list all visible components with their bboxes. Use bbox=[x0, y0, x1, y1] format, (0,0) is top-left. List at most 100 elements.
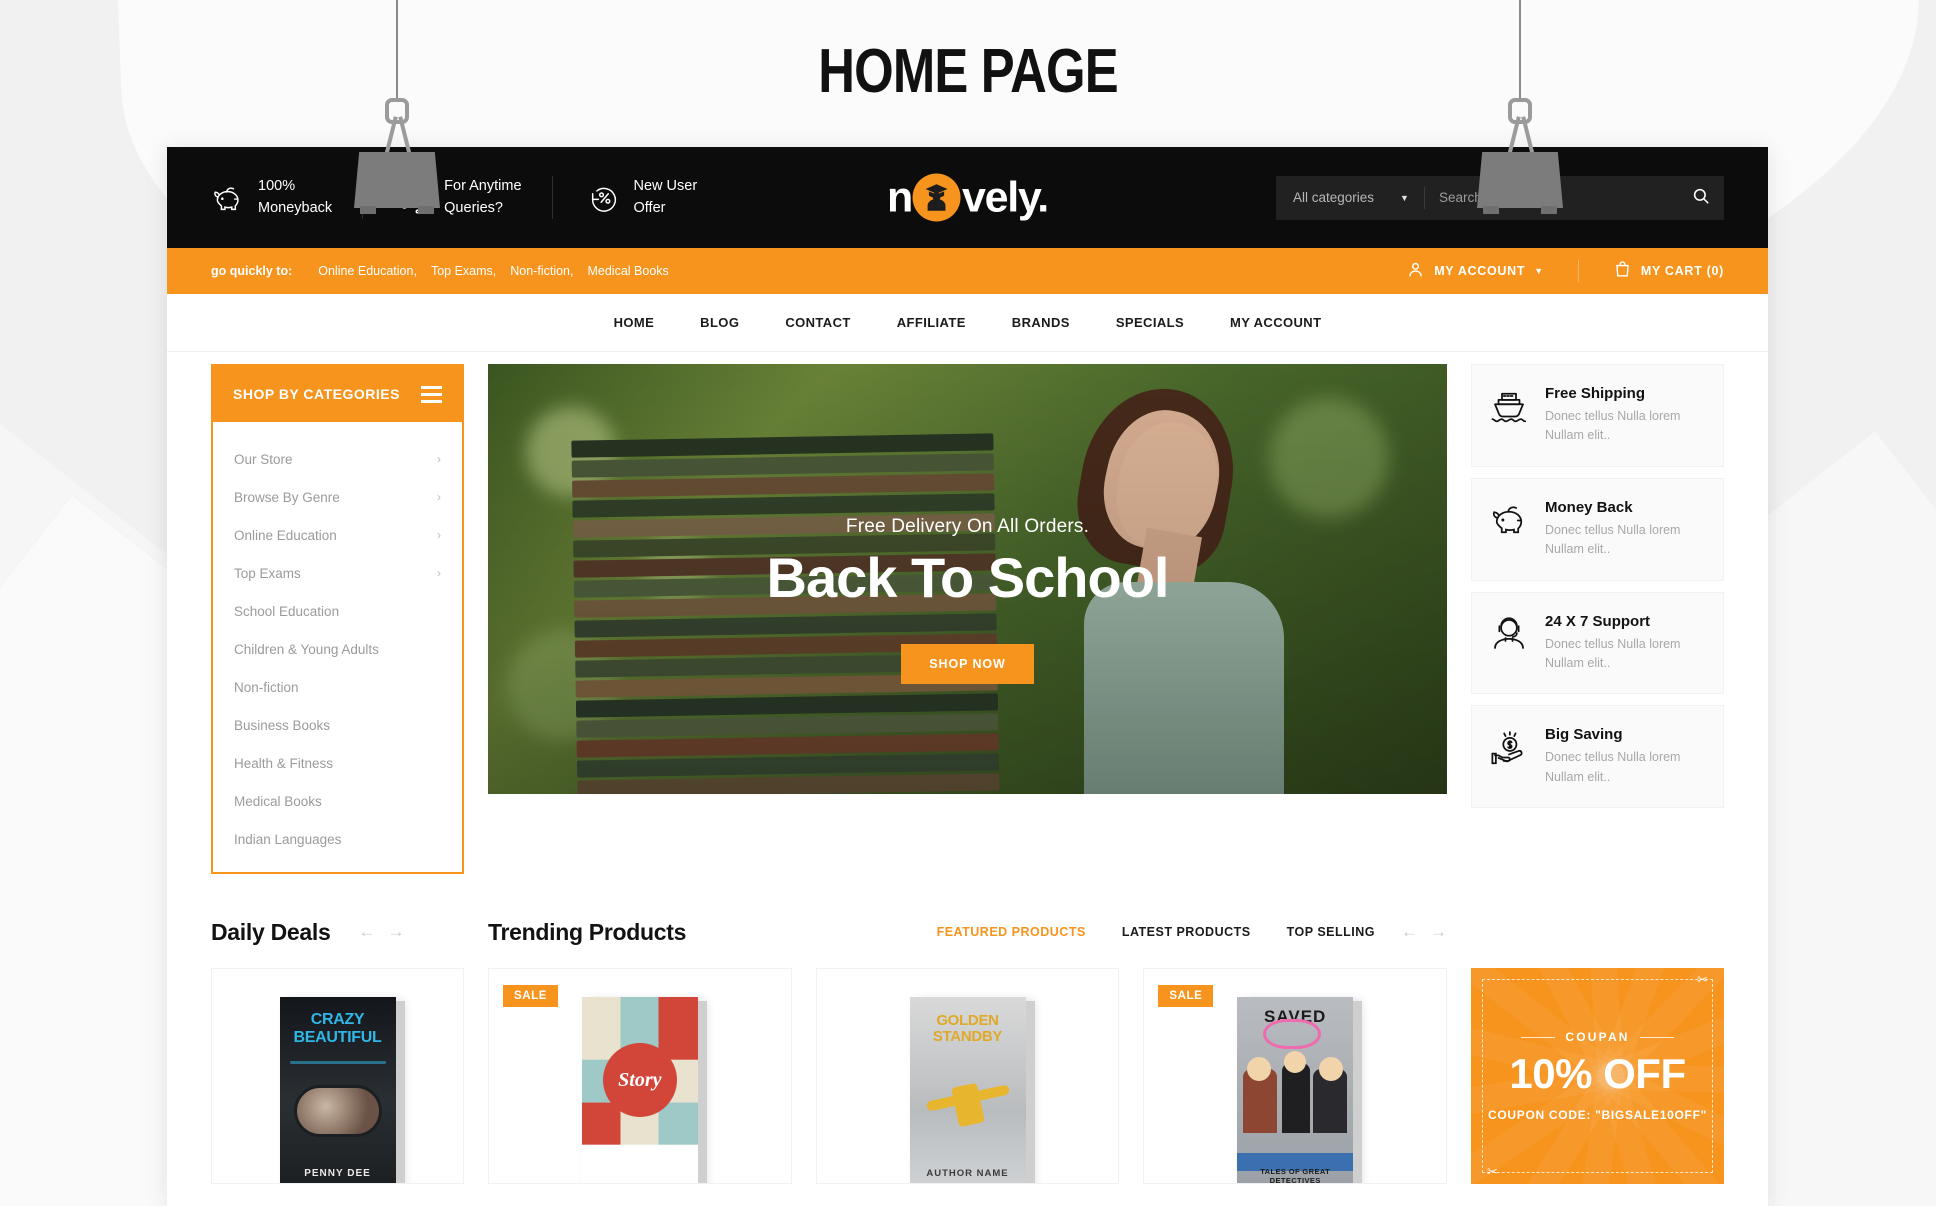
main-navigation: HOME BLOG CONTACT AFFILIATE BRANDS SPECI… bbox=[167, 294, 1768, 352]
category-label: Our Store bbox=[234, 451, 293, 467]
coupon-header-spacer bbox=[1471, 910, 1724, 954]
category-item-children-young-adults[interactable]: Children & Young Adults bbox=[213, 630, 462, 668]
category-label: Browse By Genre bbox=[234, 489, 340, 505]
usp-group: 100% Moneyback For Anytime Queries? New … bbox=[211, 176, 727, 219]
nav-item-blog[interactable]: BLOG bbox=[700, 315, 739, 330]
book-cover-art: CRAZY BEAUTIFUL PENNY DEE bbox=[279, 997, 396, 1183]
nav-item-affiliate[interactable]: AFFILIATE bbox=[897, 315, 966, 330]
clip-string bbox=[1519, 0, 1521, 100]
daily-deals-header: Daily Deals ← → bbox=[211, 910, 464, 954]
category-label: Top Exams bbox=[234, 565, 301, 581]
category-select[interactable]: All categories ▼ bbox=[1276, 190, 1424, 205]
tab-featured-products[interactable]: FEATURED PRODUCTS bbox=[937, 925, 1086, 939]
hamburger-icon[interactable] bbox=[421, 385, 442, 403]
product-card-crazy-beautiful[interactable]: CRAZY BEAUTIFUL PENNY DEE bbox=[211, 968, 464, 1184]
category-select-label: All categories bbox=[1293, 190, 1375, 205]
coupon-card[interactable]: ✂ ✂ COUPAN 10% OFF COUPON CODE: "BIGSALE… bbox=[1471, 968, 1725, 1184]
category-item-health-fitness[interactable]: Health & Fitness bbox=[213, 744, 462, 782]
poster-stage: HOME PAGE 100% Moneyback For Anytime Que… bbox=[0, 0, 1936, 1206]
page-title: HOME PAGE bbox=[818, 37, 1118, 106]
coupon-code: COUPON CODE: "BIGSALE10OFF" bbox=[1488, 1107, 1707, 1122]
category-label: Medical Books bbox=[234, 793, 322, 809]
arrow-left-icon[interactable]: ← bbox=[1401, 922, 1418, 942]
nav-item-brands[interactable]: BRANDS bbox=[1012, 315, 1070, 330]
ship-icon bbox=[1488, 385, 1530, 427]
search-button[interactable] bbox=[1678, 176, 1724, 220]
service-features-panel: Free Shipping Donec tellus Nulla lorem N… bbox=[1471, 364, 1724, 874]
product-row: CRAZY BEAUTIFUL PENNY DEE SALE Story GOL… bbox=[167, 954, 1768, 1184]
clip-string bbox=[396, 0, 398, 100]
my-account-menu[interactable]: MY ACCOUNT ▼ bbox=[1372, 260, 1578, 282]
service-money-back: Money Back Donec tellus Nulla lorem Null… bbox=[1471, 477, 1724, 581]
hero-banner[interactable]: Free Delivery On All Orders. Back To Sch… bbox=[488, 364, 1447, 794]
category-item-browse-by-genre[interactable]: Browse By Genre › bbox=[213, 478, 462, 516]
nav-item-my-account[interactable]: MY ACCOUNT bbox=[1230, 315, 1321, 330]
category-item-our-store[interactable]: Our Store › bbox=[213, 440, 462, 478]
trending-carousel-arrows: ← → bbox=[1401, 922, 1447, 942]
quick-link-medical-books[interactable]: Medical Books bbox=[587, 264, 668, 278]
quick-links: Online Education, Top Exams, Non-fiction… bbox=[318, 264, 678, 278]
arrow-left-icon[interactable]: ← bbox=[358, 922, 375, 942]
category-label: Business Books bbox=[234, 717, 331, 733]
nav-item-contact[interactable]: CONTACT bbox=[785, 315, 850, 330]
section-headers: Daily Deals ← → Trending Products FEATUR… bbox=[167, 874, 1768, 954]
category-item-online-education[interactable]: Online Education › bbox=[213, 516, 462, 554]
my-cart-label: MY CART (0) bbox=[1640, 264, 1724, 278]
usp-text: For Anytime Queries? bbox=[444, 176, 521, 218]
clip-body bbox=[1477, 152, 1563, 208]
clip-foot-right bbox=[1541, 206, 1557, 214]
hero-title: Back To School bbox=[766, 546, 1170, 609]
tab-top-selling[interactable]: TOP SELLING bbox=[1287, 925, 1375, 939]
quick-link-online-education[interactable]: Online Education, bbox=[318, 264, 417, 278]
chevron-right-icon: › bbox=[437, 528, 441, 542]
category-item-top-exams[interactable]: Top Exams › bbox=[213, 554, 462, 592]
category-label: School Education bbox=[234, 603, 340, 619]
graduate-icon bbox=[913, 173, 962, 222]
product-card-saved[interactable]: SALE SAVED TALES OF GREAT DETECTIVES bbox=[1143, 968, 1448, 1184]
product-card-golden-standby[interactable]: GOLDEN STANDBY AUTHOR NAME bbox=[815, 968, 1120, 1184]
arrow-right-icon[interactable]: → bbox=[387, 922, 404, 942]
coupon-kicker: COUPAN bbox=[1521, 1030, 1674, 1044]
nav-item-home[interactable]: HOME bbox=[614, 315, 655, 330]
shop-now-button[interactable]: SHOP NOW bbox=[901, 644, 1034, 684]
nav-item-specials[interactable]: SPECIALS bbox=[1116, 315, 1184, 330]
book-spine bbox=[1025, 1001, 1035, 1183]
quick-links-label: go quickly to: bbox=[211, 264, 293, 278]
quick-link-top-exams[interactable]: Top Exams, bbox=[431, 264, 496, 278]
service-desc: Donec tellus Nulla lorem Nullam elit.. bbox=[1545, 522, 1681, 557]
book-author: AUTHOR NAME bbox=[926, 1168, 1009, 1179]
book-cover-art: SAVED TALES OF GREAT DETECTIVES bbox=[1237, 997, 1354, 1183]
trending-products-title: Trending Products bbox=[488, 918, 687, 945]
usp-line1: For Anytime bbox=[444, 178, 522, 195]
categories-heading: SHOP BY CATEGORIES bbox=[233, 386, 400, 402]
clip-foot-left bbox=[1483, 206, 1499, 214]
category-item-school-education[interactable]: School Education bbox=[213, 592, 462, 630]
user-icon bbox=[1406, 260, 1425, 282]
usp-text: New User Offer bbox=[634, 176, 698, 218]
usp-line2: Offer bbox=[633, 199, 666, 216]
category-item-business-books[interactable]: Business Books bbox=[213, 706, 462, 744]
site-logo[interactable]: n vely. bbox=[887, 173, 1049, 222]
clip-body bbox=[354, 152, 440, 208]
chevron-right-icon: › bbox=[437, 566, 441, 580]
category-label: Online Education bbox=[234, 527, 337, 543]
service-big-saving: Big Saving Donec tellus Nulla lorem Null… bbox=[1471, 705, 1724, 808]
category-item-indian-languages[interactable]: Indian Languages bbox=[213, 820, 462, 858]
quick-link-non-fiction[interactable]: Non-fiction, bbox=[510, 264, 573, 278]
hero-text: Free Delivery On All Orders. Back To Sch… bbox=[488, 516, 1447, 684]
tab-latest-products[interactable]: LATEST PRODUCTS bbox=[1122, 925, 1251, 939]
hand-coin-icon bbox=[1488, 726, 1530, 768]
arrow-right-icon[interactable]: → bbox=[1430, 922, 1447, 942]
chevron-down-icon: ▼ bbox=[1534, 266, 1544, 276]
coupon-inner: COUPAN 10% OFF COUPON CODE: "BIGSALE10OF… bbox=[1482, 979, 1714, 1173]
shopping-bag-icon bbox=[1613, 260, 1632, 282]
category-item-non-fiction[interactable]: Non-fiction bbox=[213, 668, 462, 706]
book-cover: SAVED TALES OF GREAT DETECTIVES bbox=[1237, 997, 1363, 1183]
product-card-tell-the-story[interactable]: SALE Story bbox=[488, 968, 792, 1184]
categories-list: Our Store › Browse By Genre › Online Edu… bbox=[213, 422, 462, 872]
my-cart-button[interactable]: MY CART (0) bbox=[1577, 260, 1724, 282]
category-item-medical-books[interactable]: Medical Books bbox=[213, 782, 462, 820]
book-title: CRAZY BEAUTIFUL bbox=[293, 1011, 382, 1046]
my-account-label: MY ACCOUNT bbox=[1434, 264, 1526, 278]
usp-line1: 100% bbox=[258, 178, 296, 195]
